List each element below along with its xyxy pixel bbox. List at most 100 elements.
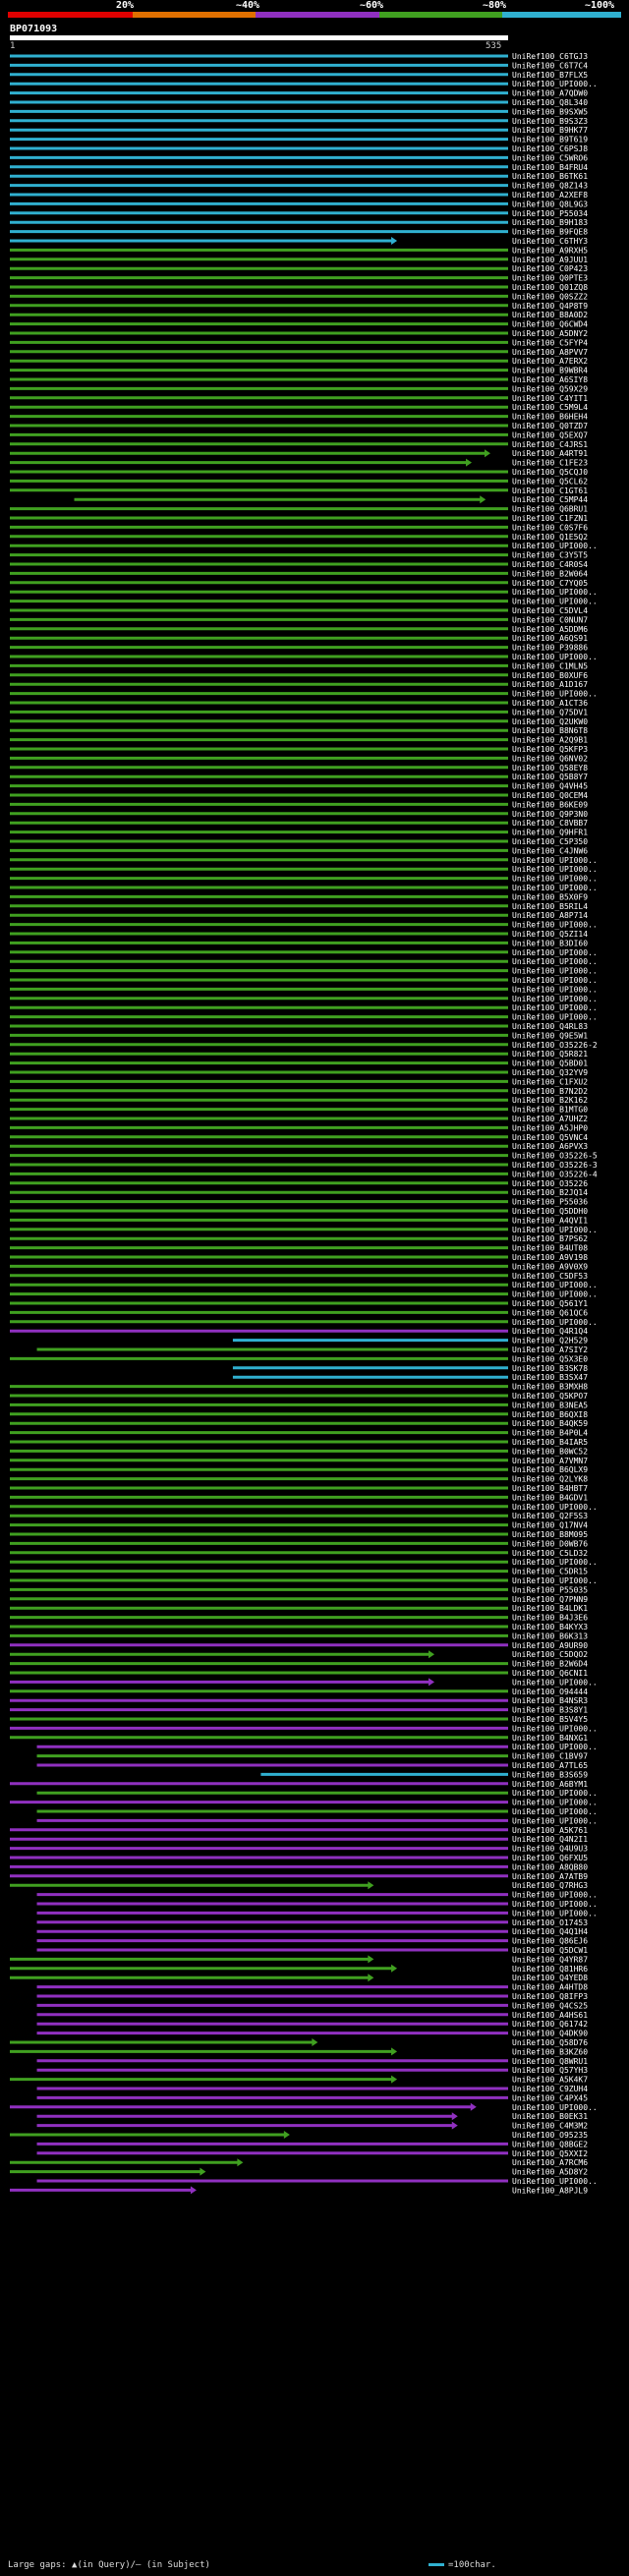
hit-label[interactable]: UniRef100_A4HS61 <box>512 2011 588 2020</box>
hit-label[interactable]: UniRef100_C1FXU2 <box>512 1077 588 1086</box>
hit-label[interactable]: UniRef100_UPI000.. <box>512 948 598 957</box>
hit-label[interactable]: UniRef100_Q6NV02 <box>512 754 588 763</box>
hit-label[interactable]: UniRef100_O35226-5 <box>512 1152 598 1161</box>
hit-label[interactable]: UniRef100_UPI000.. <box>512 2177 598 2186</box>
hit-label[interactable]: UniRef100_Q81HR6 <box>512 1965 588 1974</box>
hit-label[interactable]: UniRef100_A7ATB9 <box>512 1872 588 1881</box>
hit-label[interactable]: UniRef100_B3KZ60 <box>512 2047 588 2056</box>
hit-label[interactable]: UniRef100_UPI000.. <box>512 2103 598 2112</box>
hit-label[interactable]: UniRef100_Q5B8Y7 <box>512 773 588 781</box>
hit-label[interactable]: UniRef100_Q57YH3 <box>512 2066 588 2075</box>
hit-label[interactable]: UniRef100_C4R0S4 <box>512 560 588 569</box>
hit-label[interactable]: UniRef100_Q6FXU5 <box>512 1854 588 1862</box>
hit-label[interactable]: UniRef100_C1GT61 <box>512 487 588 495</box>
hit-label[interactable]: UniRef100_B3MXH8 <box>512 1383 588 1392</box>
hit-label[interactable]: UniRef100_D0WB76 <box>512 1539 588 1548</box>
hit-label[interactable]: UniRef100_B4NSR3 <box>512 1696 588 1705</box>
hit-label[interactable]: UniRef100_C8VBB7 <box>512 819 588 828</box>
hit-label[interactable]: UniRef100_C0S7F6 <box>512 523 588 532</box>
hit-label[interactable]: UniRef100_B9S3Z3 <box>512 117 588 126</box>
hit-label[interactable]: UniRef100_B5RIL4 <box>512 902 588 911</box>
hit-label[interactable]: UniRef100_A5K4K7 <box>512 2076 588 2085</box>
hit-label[interactable]: UniRef100_UPI000.. <box>512 1789 598 1798</box>
hit-label[interactable]: UniRef100_Q5DCW1 <box>512 1946 588 1955</box>
hit-label[interactable]: UniRef100_UPI000.. <box>512 1226 598 1234</box>
hit-label[interactable]: UniRef100_B9SXW5 <box>512 107 588 116</box>
hit-label[interactable]: UniRef100_UPI000.. <box>512 1807 598 1816</box>
hit-label[interactable]: UniRef100_UPI000.. <box>512 1003 598 1012</box>
hit-label[interactable]: UniRef100_Q58EY8 <box>512 764 588 773</box>
hit-label[interactable]: UniRef100_C5LD32 <box>512 1549 588 1558</box>
hit-label[interactable]: UniRef100_C4PX45 <box>512 2093 588 2102</box>
hit-label[interactable]: UniRef100_A2XEF8 <box>512 191 588 200</box>
hit-label[interactable]: UniRef100_B4P0L4 <box>512 1429 588 1438</box>
hit-label[interactable]: UniRef100_UPI000.. <box>512 995 598 1003</box>
hit-label[interactable]: UniRef100_UPI000.. <box>512 1576 598 1585</box>
hit-label[interactable]: UniRef100_Q5ZI14 <box>512 930 588 939</box>
hit-label[interactable]: UniRef100_C1FZN1 <box>512 514 588 523</box>
hit-label[interactable]: UniRef100_A8PJL9 <box>512 2186 588 2195</box>
hit-label[interactable]: UniRef100_Q4DK90 <box>512 2030 588 2038</box>
hit-label[interactable]: UniRef100_Q2H529 <box>512 1337 588 1345</box>
hit-label[interactable]: UniRef100_Q5R821 <box>512 1050 588 1059</box>
hit-label[interactable]: UniRef100_UPI000.. <box>512 976 598 985</box>
hit-label[interactable]: UniRef100_B9FQE8 <box>512 228 588 237</box>
hit-label[interactable]: UniRef100_UPI000.. <box>512 80 598 88</box>
hit-label[interactable]: UniRef100_Q6CNI1 <box>512 1669 588 1678</box>
hit-label[interactable]: UniRef100_Q01ZQ8 <box>512 283 588 292</box>
hit-label[interactable]: UniRef100_C5FYP4 <box>512 338 588 347</box>
hit-label[interactable]: UniRef100_Q4CS25 <box>512 2001 588 2010</box>
hit-label[interactable]: UniRef100_B0WC52 <box>512 1447 588 1456</box>
hit-label[interactable]: UniRef100_Q75DV1 <box>512 708 588 716</box>
hit-label[interactable]: UniRef100_C1FE23 <box>512 459 588 468</box>
hit-label[interactable]: UniRef100_C5DVL4 <box>512 606 588 615</box>
hit-label[interactable]: UniRef100_C6THY3 <box>512 237 588 246</box>
hit-label[interactable]: UniRef100_P55035 <box>512 1585 588 1594</box>
hit-label[interactable]: UniRef100_UPI000.. <box>512 865 598 874</box>
hit-label[interactable]: UniRef100_B8M095 <box>512 1530 588 1539</box>
hit-label[interactable]: UniRef100_B4HBT7 <box>512 1484 588 1493</box>
hit-label[interactable]: UniRef100_A7ERX2 <box>512 357 588 366</box>
hit-label[interactable]: UniRef100_Q61742 <box>512 2020 588 2029</box>
hit-label[interactable]: UniRef100_B9HK77 <box>512 126 588 135</box>
hit-label[interactable]: UniRef100_B0XUF6 <box>512 671 588 680</box>
hit-label[interactable]: UniRef100_UPI000.. <box>512 653 598 661</box>
hit-label[interactable]: UniRef100_B8N6T8 <box>512 726 588 735</box>
hit-label[interactable]: UniRef100_UPI000.. <box>512 875 598 884</box>
hit-label[interactable]: UniRef100_B4J3E6 <box>512 1614 588 1623</box>
hit-label[interactable]: UniRef100_B9WBR4 <box>512 367 588 375</box>
hit-label[interactable]: UniRef100_Q0SZZ2 <box>512 292 588 301</box>
hit-label[interactable]: UniRef100_A7SIY2 <box>512 1345 588 1354</box>
hit-label[interactable]: UniRef100_B3SX47 <box>512 1373 588 1382</box>
hit-label[interactable]: UniRef100_Q4YR87 <box>512 1955 588 1964</box>
hit-label[interactable]: UniRef100_C5DQO2 <box>512 1650 588 1659</box>
hit-label[interactable]: UniRef100_Q5KPO7 <box>512 1392 588 1401</box>
hit-label[interactable]: UniRef100_Q561Y1 <box>512 1299 588 1308</box>
hit-label[interactable]: UniRef100_B2W064 <box>512 569 588 578</box>
hit-label[interactable]: UniRef100_C6TGJ3 <box>512 52 588 61</box>
hit-label[interactable]: UniRef100_UPI000.. <box>512 1724 598 1733</box>
hit-label[interactable]: UniRef100_A7QDW0 <box>512 89 588 98</box>
hit-label[interactable]: UniRef100_B9T619 <box>512 136 588 144</box>
hit-label[interactable]: UniRef100_A8QB80 <box>512 1862 588 1871</box>
hit-label[interactable]: UniRef100_B0EK31 <box>512 2112 588 2121</box>
hit-label[interactable]: UniRef100_Q4RL83 <box>512 1022 588 1031</box>
hit-label[interactable]: UniRef100_B4FRU4 <box>512 163 588 172</box>
hit-label[interactable]: UniRef100_P55034 <box>512 209 588 218</box>
hit-label[interactable]: UniRef100_B4GDV1 <box>512 1493 588 1502</box>
hit-label[interactable]: UniRef100_C1BV97 <box>512 1752 588 1761</box>
hit-label[interactable]: UniRef100_A5DDM6 <box>512 625 588 634</box>
hit-label[interactable]: UniRef100_Q9E5W1 <box>512 1031 588 1040</box>
hit-label[interactable]: UniRef100_A7RCM6 <box>512 2158 588 2167</box>
hit-label[interactable]: UniRef100_C5WRO6 <box>512 153 588 162</box>
hit-label[interactable]: UniRef100_C4M3M2 <box>512 2122 588 2131</box>
hit-label[interactable]: UniRef100_B4IAR5 <box>512 1438 588 1447</box>
hit-label[interactable]: UniRef100_A8PVV7 <box>512 348 588 357</box>
hit-label[interactable]: UniRef100_Q4VH45 <box>512 782 588 791</box>
hit-label[interactable]: UniRef100_A5K761 <box>512 1826 588 1835</box>
hit-label[interactable]: UniRef100_C6T7C4 <box>512 61 588 70</box>
hit-label[interactable]: UniRef100_B7PS62 <box>512 1234 588 1243</box>
hit-label[interactable]: UniRef100_B3S8Y1 <box>512 1706 588 1715</box>
hit-label[interactable]: UniRef100_Q8Z143 <box>512 182 588 191</box>
hit-label[interactable]: UniRef100_Q2UKW0 <box>512 717 588 726</box>
